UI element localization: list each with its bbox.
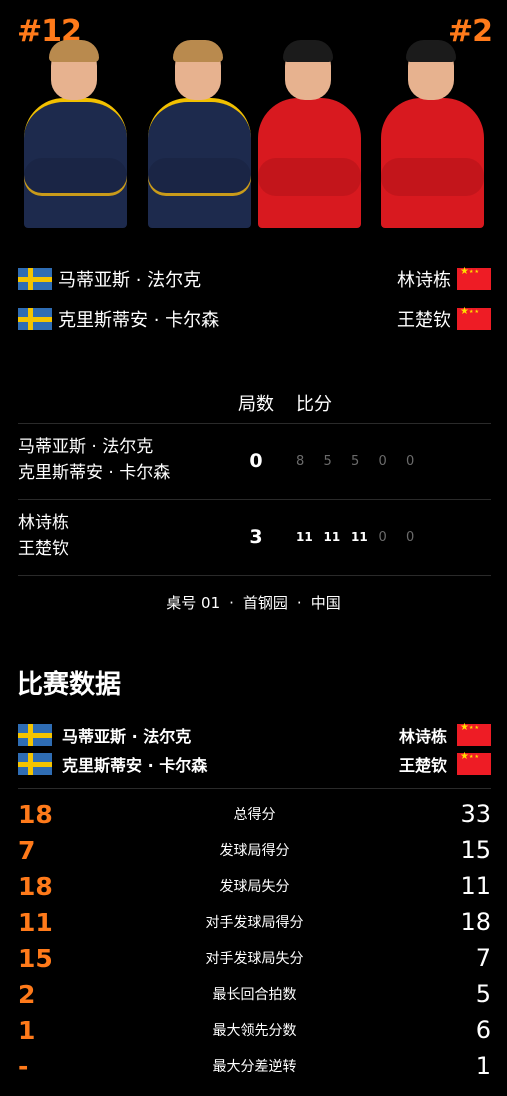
- points-label: 比分: [296, 394, 332, 415]
- china-flag-icon: [457, 751, 491, 775]
- stat-label: 最长回合拍数: [212, 987, 297, 1003]
- player-photo-wang-chuqin: [375, 38, 490, 228]
- china-flag-icon: [457, 266, 491, 290]
- right-set-4: 0: [378, 530, 387, 545]
- stat-right-value: 1: [475, 1052, 491, 1080]
- stat-row: 18 总得分 33: [18, 799, 491, 829]
- right-games-won: 3: [249, 526, 263, 548]
- player-photos: [18, 36, 490, 228]
- right-set-3: 11: [351, 530, 368, 544]
- stats-left-player-1: 马蒂亚斯 · 法尔克: [62, 727, 192, 746]
- stat-label: 发球局得分: [219, 843, 290, 859]
- left-set-1: 8: [296, 454, 305, 469]
- venue-info: 桌号 01 · 首钢园 · 中国: [0, 592, 507, 613]
- right-set-2: 11: [323, 530, 341, 544]
- table-number: 桌号 01: [166, 594, 221, 612]
- stat-left-value: 1: [18, 1015, 36, 1045]
- stat-row: 2 最长回合拍数 5: [18, 979, 491, 1009]
- score-right-player-1: 林诗栋: [18, 513, 69, 533]
- sweden-flag-icon: [18, 724, 52, 746]
- player-photo-lin-shidong: [252, 38, 367, 228]
- separator: ·: [229, 594, 234, 612]
- stat-label: 最大分差逆转: [212, 1059, 297, 1075]
- team-row-1: 马蒂亚斯 · 法尔克 林诗栋: [18, 266, 491, 291]
- left-set-scores: 8 5 5 0 0: [296, 454, 434, 469]
- stats-section-title: 比赛数据: [17, 670, 122, 700]
- scoreboard-header: 局数 比分: [238, 390, 332, 416]
- left-player-1: 马蒂亚斯 · 法尔克: [58, 270, 202, 291]
- stat-label: 最大领先分数: [212, 1023, 297, 1039]
- stats-right-player-1: 林诗栋: [398, 727, 447, 746]
- stat-right-value: 11: [460, 872, 491, 900]
- stat-left-value: 18: [18, 871, 53, 901]
- stat-left-value: 11: [18, 907, 53, 937]
- right-player-1: 林诗栋: [397, 270, 451, 291]
- china-flag-icon: [457, 722, 491, 746]
- sweden-flag-icon: [18, 308, 52, 330]
- right-set-5: 0: [406, 530, 415, 545]
- divider: [18, 423, 491, 424]
- stat-left-value: -: [18, 1051, 29, 1081]
- divider: [18, 788, 491, 789]
- stat-row: 15 对手发球局失分 7: [18, 943, 491, 973]
- score-left-player-2: 克里斯蒂安 · 卡尔森: [18, 463, 171, 483]
- stat-left-value: 18: [18, 799, 53, 829]
- stat-left-value: 2: [18, 979, 36, 1009]
- left-games-won: 0: [249, 450, 263, 472]
- player-photo-karlsson: [142, 38, 257, 228]
- games-label: 局数: [238, 394, 274, 415]
- china-flag-icon: [457, 306, 491, 330]
- right-set-1: 11: [296, 530, 313, 544]
- sweden-flag-icon: [18, 753, 52, 775]
- stats-left-player-2: 克里斯蒂安 · 卡尔森: [62, 756, 208, 775]
- stat-right-value: 15: [460, 836, 491, 864]
- left-player-2: 克里斯蒂安 · 卡尔森: [58, 310, 220, 331]
- right-set-scores: 11 11 11 0 0: [296, 530, 434, 545]
- stat-right-value: 6: [475, 1016, 491, 1044]
- team-row-2: 克里斯蒂安 · 卡尔森 王楚钦: [18, 306, 491, 331]
- stat-right-value: 7: [475, 944, 491, 972]
- divider: [18, 499, 491, 500]
- score-right-team: 林诗栋 王楚钦: [18, 510, 69, 562]
- stat-label: 对手发球局得分: [205, 915, 304, 931]
- stat-row: 7 发球局得分 15: [18, 835, 491, 865]
- left-set-3: 5: [351, 454, 360, 469]
- stat-left-value: 15: [18, 943, 53, 973]
- right-player-2: 王楚钦: [397, 310, 451, 331]
- score-left-team: 马蒂亚斯 · 法尔克 克里斯蒂安 · 卡尔森: [18, 434, 170, 486]
- stat-left-value: 7: [18, 835, 36, 865]
- left-set-2: 5: [323, 454, 332, 469]
- left-set-5: 0: [406, 454, 415, 469]
- stat-row: - 最大分差逆转 1: [18, 1051, 491, 1081]
- stat-row: 18 发球局失分 11: [18, 871, 491, 901]
- country-name: 中国: [310, 594, 341, 612]
- player-photo-falck: [18, 38, 133, 228]
- stats-team-row-2: 克里斯蒂安 · 卡尔森 王楚钦: [18, 751, 491, 776]
- stat-row: 1 最大领先分数 6: [18, 1015, 491, 1045]
- stats-team-row-1: 马蒂亚斯 · 法尔克 林诗栋: [18, 722, 491, 747]
- score-right-player-2: 王楚钦: [18, 539, 69, 559]
- stat-right-value: 5: [475, 980, 491, 1008]
- stat-label: 对手发球局失分: [205, 951, 304, 967]
- stat-row: 11 对手发球局得分 18: [18, 907, 491, 937]
- separator: ·: [296, 594, 302, 612]
- stat-right-value: 18: [460, 908, 491, 936]
- left-set-4: 0: [378, 454, 387, 469]
- divider: [18, 575, 491, 576]
- stats-right-player-2: 王楚钦: [398, 756, 447, 775]
- arena-name: 首钢园: [242, 594, 288, 612]
- stat-label: 发球局失分: [219, 879, 290, 895]
- stat-right-value: 33: [460, 800, 491, 828]
- stat-label: 总得分: [233, 807, 276, 823]
- score-left-player-1: 马蒂亚斯 · 法尔克: [18, 437, 154, 457]
- sweden-flag-icon: [18, 268, 52, 290]
